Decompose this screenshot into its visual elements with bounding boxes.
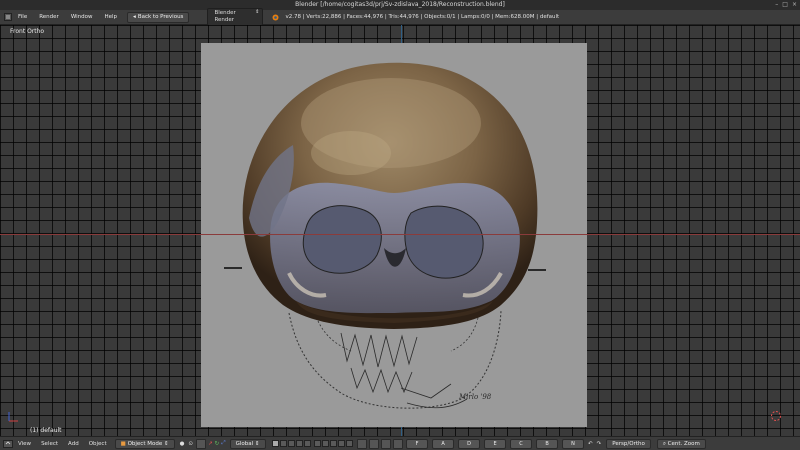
window-title: Blender [/home/cogitas3d/prj/Sv-zdislava…: [295, 1, 505, 8]
minimize-button[interactable]: –: [775, 1, 778, 9]
axes-orientation-icon: [6, 409, 20, 423]
dropdown-arrows-icon: ⇕: [163, 440, 169, 447]
pivot-icon[interactable]: ⊙: [188, 441, 193, 447]
layer-toggle[interactable]: [313, 440, 321, 447]
render-engine-dropdown[interactable]: Blender Render ⇕: [207, 8, 264, 26]
close-button[interactable]: ×: [792, 1, 797, 9]
editor-type-icon[interactable]: [3, 439, 13, 448]
key-c-button[interactable]: C: [510, 438, 533, 449]
x-axis-line: [0, 234, 800, 235]
object-mode-icon: ■: [120, 440, 126, 447]
menu-render[interactable]: Render: [33, 14, 65, 20]
zoom-icon: ⌕: [662, 440, 666, 447]
redo-icon[interactable]: ↷: [597, 441, 602, 447]
translate-icon[interactable]: ↗: [208, 441, 213, 447]
layer-toggle[interactable]: [280, 440, 288, 447]
layer-toggle[interactable]: [329, 440, 337, 447]
blender-logo-icon[interactable]: [4, 13, 12, 21]
layer-toggle[interactable]: [337, 440, 345, 447]
sketch-signature: Mirlo '98: [458, 393, 492, 401]
orientation-label: Global: [235, 440, 254, 447]
layer-toggle[interactable]: [296, 440, 304, 447]
layer-toggle[interactable]: [288, 440, 296, 447]
info-header: File Render Window Help ◂ Back to Previo…: [0, 8, 800, 26]
layer-toggle[interactable]: [345, 440, 353, 447]
orientation-selector[interactable]: Global ⇕: [229, 438, 266, 449]
3d-viewport[interactable]: Mirlo '98 Front Ortho (1) default: [0, 25, 800, 436]
undo-icon[interactable]: ↶: [588, 441, 593, 447]
key-d-button[interactable]: D: [458, 438, 481, 449]
view3d-header: View Select Add Object ■ Object Mode ⇕ ●…: [0, 436, 800, 450]
right-guide-marker: [528, 269, 546, 271]
viewport-shading-icon[interactable]: ●: [180, 441, 185, 447]
scene-layers: [272, 440, 354, 447]
blender-icon: [271, 13, 279, 21]
skull-image: Mirlo '98: [242, 62, 538, 409]
dropdown-arrows-icon: ⇕: [255, 9, 260, 15]
layer-toggle[interactable]: [321, 440, 329, 447]
snap-icon[interactable]: [357, 438, 368, 449]
key-f-button[interactable]: F: [406, 438, 429, 449]
key-a-button[interactable]: A: [432, 438, 455, 449]
menu-file[interactable]: File: [12, 14, 33, 20]
scene-stats: v2.78 | Verts:22,886 | Faces:44,976 | Tr…: [285, 14, 560, 20]
menu-window[interactable]: Window: [65, 14, 99, 20]
layer-toggle[interactable]: [304, 440, 312, 447]
dropdown-arrows-icon: ⇕: [254, 440, 260, 447]
render-icon[interactable]: [381, 438, 392, 449]
cent-zoom-button[interactable]: ⌕ Cent. Zoom: [656, 438, 706, 449]
menu-select[interactable]: Select: [36, 441, 63, 447]
object-label: (1) default: [30, 427, 62, 434]
view-label: Front Ortho: [10, 28, 45, 35]
persp-ortho-button[interactable]: Persp/Ortho: [606, 438, 651, 449]
mode-label: Object Mode: [127, 440, 163, 447]
key-n-button[interactable]: N: [562, 438, 585, 449]
manipulator-icon[interactable]: [196, 438, 206, 449]
menu-add[interactable]: Add: [63, 441, 84, 447]
window-title-bar: Blender [/home/cogitas3d/prj/Sv-zdislava…: [0, 0, 800, 10]
maximize-button[interactable]: □: [782, 1, 788, 9]
key-b-button[interactable]: B: [536, 438, 559, 449]
back-arrow-icon: ◂: [133, 13, 136, 20]
menu-object[interactable]: Object: [84, 441, 112, 447]
menu-help[interactable]: Help: [99, 14, 124, 20]
cent-zoom-label: Cent. Zoom: [667, 440, 700, 447]
scale-icon[interactable]: ⤢: [221, 440, 225, 447]
menu-view[interactable]: View: [13, 441, 36, 447]
render-engine-label: Blender Render: [214, 10, 236, 23]
proportional-icon[interactable]: [369, 438, 380, 449]
window-controls: – □ ×: [775, 1, 797, 9]
3d-cursor-icon[interactable]: [770, 407, 782, 421]
layer-toggle[interactable]: [272, 440, 280, 447]
left-guide-marker: [224, 267, 242, 269]
mode-selector[interactable]: ■ Object Mode ⇕: [114, 438, 175, 449]
key-e-button[interactable]: E: [484, 438, 507, 449]
back-to-previous-label: Back to Previous: [137, 13, 184, 20]
rotate-icon[interactable]: ↻: [215, 441, 220, 447]
image-icon[interactable]: [393, 438, 404, 449]
back-to-previous-button[interactable]: ◂ Back to Previous: [127, 11, 190, 23]
reference-image: Mirlo '98: [201, 43, 587, 427]
